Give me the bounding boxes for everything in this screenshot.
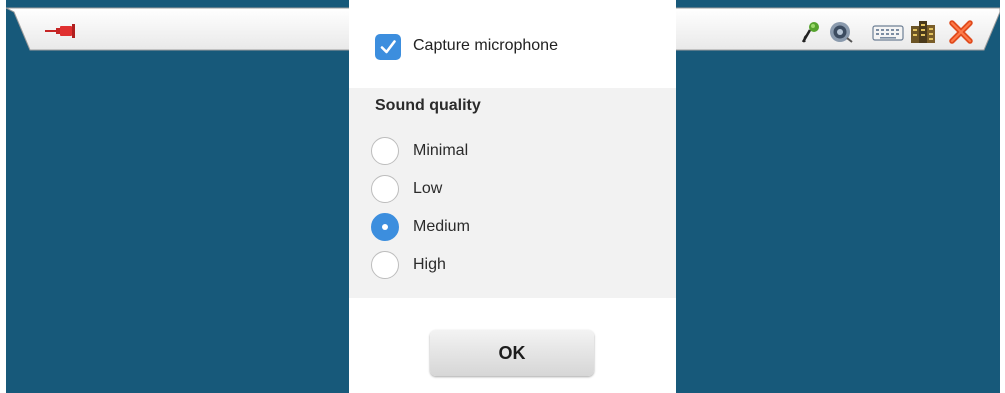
radio-option-medium[interactable]: Medium [371,213,571,243]
building-icon[interactable] [909,20,937,44]
radio-option-low[interactable]: Low [371,175,571,205]
pushpin-icon[interactable] [44,22,80,40]
checkmark-icon [380,40,396,54]
sound-settings-dialog: Capture microphone Sound quality Minimal… [349,0,676,393]
radio-option-high[interactable]: High [371,251,571,281]
radio-option-minimal[interactable]: Minimal [371,137,571,167]
radio-label-minimal: Minimal [413,142,469,159]
ok-button[interactable]: OK [430,330,594,376]
keyboard-icon[interactable] [872,20,904,44]
radio-button[interactable] [371,175,399,203]
close-icon[interactable] [948,20,974,44]
capture-microphone-checkbox[interactable] [375,34,401,60]
microphone-icon[interactable] [799,20,823,44]
radio-label-medium: Medium [413,218,470,235]
sound-quality-heading: Sound quality [375,97,481,114]
radio-label-low: Low [413,180,443,197]
radio-label-high: High [413,256,446,273]
radio-button[interactable] [371,251,399,279]
speaker-icon[interactable] [828,20,854,44]
screen: Capture microphone Sound quality Minimal… [0,0,1005,393]
capture-microphone-label[interactable]: Capture microphone [413,36,558,56]
radio-button-selected[interactable] [371,213,399,241]
radio-button[interactable] [371,137,399,165]
